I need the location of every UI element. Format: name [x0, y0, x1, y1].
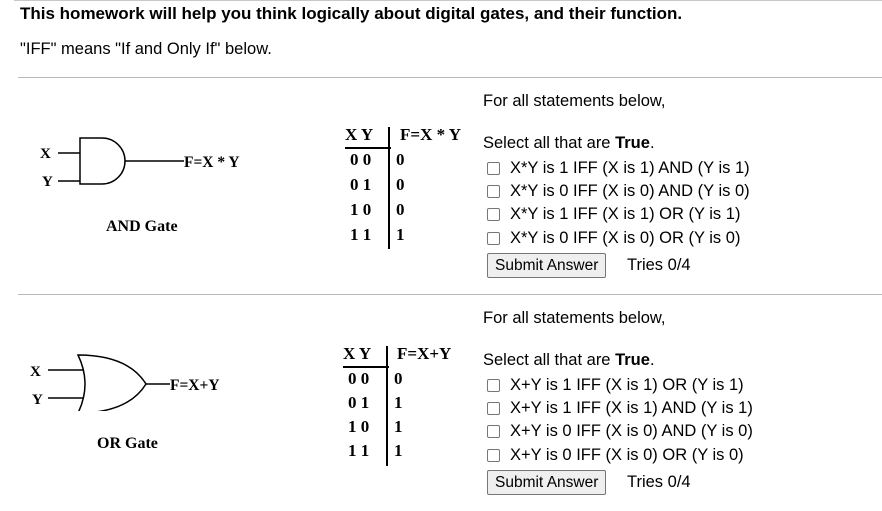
- and-tries-counter: Tries 0/4: [627, 256, 691, 274]
- or-tt-row-output: 0: [394, 369, 403, 388]
- and-tt-row-output: 0: [396, 200, 405, 219]
- iff-note: "IFF" means "If and Only If" below.: [20, 40, 272, 58]
- and-gate-symbol: [79, 137, 126, 185]
- or-tt-header-inputs: X Y: [343, 344, 372, 363]
- or-tt-row-inputs: 1 1: [348, 441, 370, 460]
- checkbox[interactable]: [487, 207, 500, 221]
- or-option-3[interactable]: X+Y is 0 IFF (X is 0) AND (Y is 0): [487, 420, 753, 442]
- and-gate-diagram: X Y F=X * Y: [40, 137, 240, 186]
- problem-and-gate: X Y F=X * Y AND Gate X Y F=X * Y 0 0 0 0…: [0, 78, 882, 294]
- or-tt-column-rule: [386, 346, 388, 466]
- or-output-label: F=X+Y: [170, 377, 220, 394]
- and-tt-row-inputs: 1 1: [350, 225, 372, 244]
- or-option-1[interactable]: X+Y is 1 IFF (X is 1) OR (Y is 1): [487, 374, 744, 396]
- or-question-prompt: Select all that are True.: [483, 351, 655, 369]
- and-tt-row-inputs: 1 0: [350, 200, 372, 219]
- or-submit-button[interactable]: Submit Answer: [487, 470, 607, 495]
- and-tt-row-inputs: 0 0: [350, 150, 372, 169]
- or-tt-header-rule: [343, 366, 389, 368]
- problem-or-gate: X Y F=X+Y OR Gate X Y F=X+Y 0 0 0 0 1 1 …: [0, 295, 882, 511]
- and-question-prompt: Select all that are True.: [483, 134, 655, 152]
- or-tt-header-output: F=X+Y: [397, 344, 452, 363]
- or-input-y-label: Y: [32, 392, 43, 408]
- checkbox[interactable]: [487, 378, 500, 392]
- and-tt-row-inputs: 0 1: [350, 175, 372, 194]
- or-option-4[interactable]: X+Y is 0 IFF (X is 0) OR (Y is 0): [487, 444, 744, 466]
- and-tt-row-output: 1: [396, 225, 405, 244]
- or-tt-row-inputs: 0 1: [348, 393, 370, 412]
- checkbox[interactable]: [487, 424, 500, 438]
- and-option-1[interactable]: X*Y is 1 IFF (X is 1) AND (Y is 1): [487, 157, 750, 179]
- and-tt-column-rule: [388, 127, 390, 249]
- or-gate-symbol: [76, 354, 147, 411]
- or-tt-row-output: 1: [394, 441, 403, 460]
- or-question-intro: For all statements below,: [483, 309, 666, 327]
- or-tt-row-output: 1: [394, 417, 403, 436]
- or-gate-label: OR Gate: [97, 435, 158, 452]
- checkbox[interactable]: [487, 448, 500, 462]
- or-input-x-label: X: [30, 364, 41, 380]
- checkbox[interactable]: [487, 184, 500, 198]
- and-input-y-label: Y: [42, 174, 53, 186]
- and-submit-button[interactable]: Submit Answer: [487, 253, 607, 278]
- and-tt-header-inputs: X Y: [345, 125, 374, 144]
- top-divider: [14, 0, 882, 1]
- and-option-4[interactable]: X*Y is 0 IFF (X is 0) OR (Y is 0): [487, 227, 740, 249]
- checkbox[interactable]: [487, 161, 500, 175]
- checkbox[interactable]: [487, 231, 500, 245]
- and-input-x-label: X: [40, 146, 51, 162]
- and-option-2[interactable]: X*Y is 0 IFF (X is 0) AND (Y is 0): [487, 180, 750, 202]
- and-option-3[interactable]: X*Y is 1 IFF (X is 1) OR (Y is 1): [487, 203, 740, 225]
- page-title: This homework will help you think logica…: [20, 4, 683, 23]
- and-question-intro: For all statements below,: [483, 92, 666, 110]
- and-gate-label: AND Gate: [106, 218, 178, 235]
- and-tt-row-output: 0: [396, 150, 405, 169]
- and-tt-header-output: F=X * Y: [400, 125, 461, 144]
- or-tt-row-output: 1: [394, 393, 403, 412]
- and-output-label: F=X * Y: [184, 154, 240, 171]
- or-gate-diagram: X Y F=X+Y: [30, 354, 220, 411]
- checkbox[interactable]: [487, 401, 500, 415]
- or-tt-row-inputs: 1 0: [348, 417, 370, 436]
- or-option-2[interactable]: X+Y is 1 IFF (X is 1) AND (Y is 1): [487, 397, 753, 419]
- or-tries-counter: Tries 0/4: [627, 473, 691, 491]
- and-tt-row-output: 0: [396, 175, 405, 194]
- or-tt-row-inputs: 0 0: [348, 369, 370, 388]
- and-tt-header-rule: [345, 147, 391, 149]
